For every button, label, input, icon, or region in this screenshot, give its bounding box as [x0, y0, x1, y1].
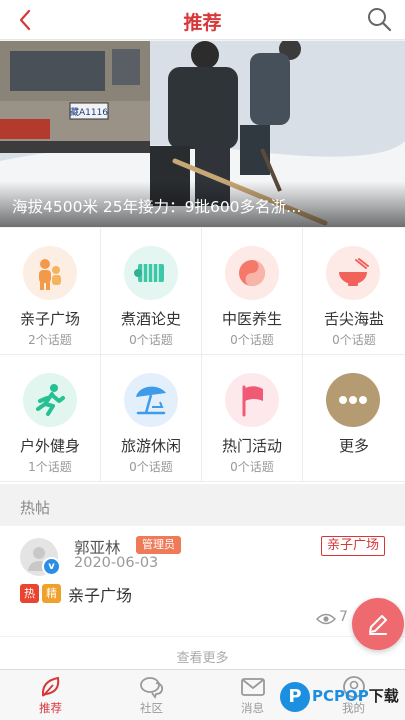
compose-button[interactable]: [352, 598, 404, 650]
category-more[interactable]: 更多: [303, 355, 405, 482]
post-date: 2020-06-03: [74, 555, 159, 571]
page-title: 推荐: [183, 12, 222, 34]
category-name: 舌尖海盐: [323, 310, 384, 328]
section-title: 热帖: [20, 499, 51, 517]
featured-badge: 精: [42, 584, 61, 603]
category-lvyou[interactable]: 旅游休闲 0个话题: [101, 355, 202, 482]
tab-label: 推荐: [39, 701, 62, 715]
envelope-icon: [241, 678, 265, 696]
category-huwai[interactable]: 户外健身 1个话题: [0, 355, 101, 482]
load-more-label: 查看更多: [176, 651, 229, 666]
family-icon: [23, 246, 77, 300]
category-qinzi[interactable]: 亲子广场 2个话题: [0, 228, 101, 355]
category-count: 0个话题: [129, 460, 173, 474]
watermark-text: PCPOP下载: [312, 685, 399, 706]
pencil-icon: [369, 615, 387, 635]
category-grid: 亲子广场 2个话题 煮酒论史 0个话题 中医养生 0个话题 舌尖海盐 0个话题 …: [0, 228, 405, 484]
bowl-icon: [326, 246, 380, 300]
running-icon: [23, 373, 77, 427]
category-name: 热门活动: [221, 437, 282, 455]
category-remen[interactable]: 热门活动 0个话题: [202, 355, 303, 482]
post-category-tag[interactable]: 亲子广场: [320, 536, 385, 556]
category-count: 0个话题: [230, 333, 274, 347]
category-count: 2个话题: [28, 333, 72, 347]
category-count: 1个话题: [28, 460, 72, 474]
category-count: 0个话题: [129, 333, 173, 347]
hot-posts-header: 热帖: [0, 486, 405, 526]
bamboo-scroll-icon: [124, 246, 178, 300]
license-plate: 藏A1116: [70, 106, 108, 118]
category-zhujiu[interactable]: 煮酒论史 0个话题: [101, 228, 202, 355]
post-title[interactable]: 亲子广场: [68, 582, 132, 606]
category-name: 更多: [338, 437, 369, 455]
eye-icon: [316, 613, 336, 625]
category-name: 旅游休闲: [120, 437, 181, 455]
role-badge: 管理员: [136, 536, 181, 554]
post-card[interactable]: v 郭亚林 管理员 2020-06-03 亲子广场 热 精 亲子广场 7: [0, 526, 405, 636]
search-icon[interactable]: [365, 5, 393, 33]
flag-icon: [225, 373, 279, 427]
watermark-brand: PCPOP: [312, 687, 369, 705]
category-zhongyi[interactable]: 中医养生 0个话题: [202, 228, 303, 355]
category-name: 煮酒论史: [120, 310, 181, 328]
tab-label: 社区: [140, 701, 163, 715]
watermark-suffix: 下载: [368, 687, 399, 705]
chat-bubbles-icon: [140, 677, 164, 699]
load-more-button[interactable]: 查看更多: [0, 637, 405, 669]
tab-recommend[interactable]: 推荐: [0, 670, 101, 720]
category-name: 亲子广场: [19, 310, 80, 328]
leaf-icon: [41, 676, 60, 697]
view-count: 7: [339, 609, 348, 625]
yin-yang-icon: [225, 246, 279, 300]
hot-badge: 热: [20, 584, 39, 603]
more-dots-icon: [326, 373, 380, 427]
pcpop-watermark: P PCPOP下载: [278, 678, 403, 716]
top-nav-bar: 推荐: [0, 0, 405, 40]
verified-badge: v: [42, 557, 61, 576]
tab-community[interactable]: 社区: [101, 670, 202, 720]
news-banner[interactable]: 藏A1116 海拔4500米 25年接力：9批600多名浙…: [0, 41, 405, 227]
category-name: 户外健身: [19, 437, 80, 455]
watermark-logo-icon: P: [280, 682, 310, 712]
beach-umbrella-icon: [124, 373, 178, 427]
category-count: 0个话题: [230, 460, 274, 474]
category-name: 中医养生: [221, 310, 282, 328]
banner-caption: 海拔4500米 25年接力：9批600多名浙…: [12, 198, 302, 216]
category-shejian[interactable]: 舌尖海盐 0个话题: [303, 228, 405, 355]
category-count: 0个话题: [332, 333, 376, 347]
